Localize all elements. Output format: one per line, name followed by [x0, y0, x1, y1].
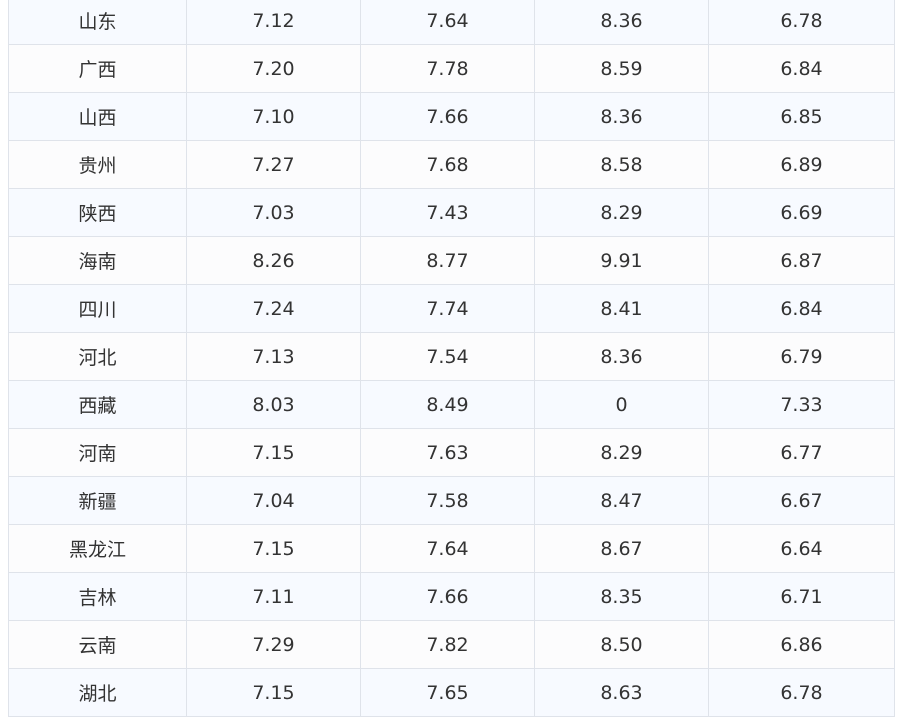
value-cell: 7.13 — [186, 332, 361, 381]
value-cell: 6.85 — [708, 92, 895, 141]
province-cell: 新疆 — [8, 476, 187, 525]
value-cell: 7.74 — [360, 284, 535, 333]
table-row: 广西 7.20 7.78 8.59 6.84 — [8, 44, 895, 93]
province-cell: 海南 — [8, 236, 187, 285]
value-cell: 7.58 — [360, 476, 535, 525]
value-cell: 7.29 — [186, 620, 361, 669]
value-cell: 8.47 — [534, 476, 709, 525]
province-cell: 贵州 — [8, 140, 187, 189]
table-body: 山东 7.12 7.64 8.36 6.78 广西 7.20 7.78 8.59… — [8, 0, 895, 717]
table-row: 云南 7.29 7.82 8.50 6.86 — [8, 620, 895, 669]
value-cell: 7.03 — [186, 188, 361, 237]
value-cell: 8.35 — [534, 572, 709, 621]
table-row: 四川 7.24 7.74 8.41 6.84 — [8, 284, 895, 333]
province-cell: 四川 — [8, 284, 187, 333]
table-row: 新疆 7.04 7.58 8.47 6.67 — [8, 476, 895, 525]
price-table: 山东 7.12 7.64 8.36 6.78 广西 7.20 7.78 8.59… — [8, 0, 895, 717]
value-cell: 7.15 — [186, 668, 361, 717]
value-cell: 6.79 — [708, 332, 895, 381]
province-cell: 陕西 — [8, 188, 187, 237]
value-cell: 7.82 — [360, 620, 535, 669]
table-row: 陕西 7.03 7.43 8.29 6.69 — [8, 188, 895, 237]
province-cell: 山西 — [8, 92, 187, 141]
value-cell: 7.12 — [186, 0, 361, 45]
province-cell: 湖北 — [8, 668, 187, 717]
value-cell: 7.43 — [360, 188, 535, 237]
province-cell: 吉林 — [8, 572, 187, 621]
value-cell: 8.77 — [360, 236, 535, 285]
value-cell: 8.50 — [534, 620, 709, 669]
value-cell: 0 — [534, 380, 709, 429]
value-cell: 8.36 — [534, 92, 709, 141]
value-cell: 8.59 — [534, 44, 709, 93]
value-cell: 8.49 — [360, 380, 535, 429]
province-cell: 黑龙江 — [8, 524, 187, 573]
value-cell: 7.20 — [186, 44, 361, 93]
value-cell: 6.84 — [708, 284, 895, 333]
value-cell: 7.33 — [708, 380, 895, 429]
value-cell: 6.84 — [708, 44, 895, 93]
value-cell: 6.86 — [708, 620, 895, 669]
value-cell: 7.64 — [360, 0, 535, 45]
value-cell: 7.10 — [186, 92, 361, 141]
value-cell: 6.64 — [708, 524, 895, 573]
value-cell: 7.68 — [360, 140, 535, 189]
value-cell: 8.03 — [186, 380, 361, 429]
value-cell: 6.67 — [708, 476, 895, 525]
province-cell: 西藏 — [8, 380, 187, 429]
value-cell: 8.67 — [534, 524, 709, 573]
value-cell: 6.77 — [708, 428, 895, 477]
value-cell: 7.24 — [186, 284, 361, 333]
province-cell: 广西 — [8, 44, 187, 93]
table-row: 山西 7.10 7.66 8.36 6.85 — [8, 92, 895, 141]
table-row: 西藏 8.03 8.49 0 7.33 — [8, 380, 895, 429]
table-row: 河南 7.15 7.63 8.29 6.77 — [8, 428, 895, 477]
province-cell: 山东 — [8, 0, 187, 45]
value-cell: 8.36 — [534, 0, 709, 45]
table-row: 吉林 7.11 7.66 8.35 6.71 — [8, 572, 895, 621]
value-cell: 7.54 — [360, 332, 535, 381]
value-cell: 7.78 — [360, 44, 535, 93]
value-cell: 6.87 — [708, 236, 895, 285]
table-row: 河北 7.13 7.54 8.36 6.79 — [8, 332, 895, 381]
value-cell: 8.58 — [534, 140, 709, 189]
province-cell: 河南 — [8, 428, 187, 477]
value-cell: 7.04 — [186, 476, 361, 525]
value-cell: 7.65 — [360, 668, 535, 717]
value-cell: 6.78 — [708, 0, 895, 45]
value-cell: 7.15 — [186, 428, 361, 477]
value-cell: 7.66 — [360, 572, 535, 621]
value-cell: 6.89 — [708, 140, 895, 189]
table-row: 湖北 7.15 7.65 8.63 6.78 — [8, 668, 895, 717]
value-cell: 6.71 — [708, 572, 895, 621]
value-cell: 9.91 — [534, 236, 709, 285]
value-cell: 8.36 — [534, 332, 709, 381]
value-cell: 8.63 — [534, 668, 709, 717]
value-cell: 8.29 — [534, 188, 709, 237]
value-cell: 7.27 — [186, 140, 361, 189]
value-cell: 8.41 — [534, 284, 709, 333]
province-cell: 云南 — [8, 620, 187, 669]
province-cell: 河北 — [8, 332, 187, 381]
table-row: 黑龙江 7.15 7.64 8.67 6.64 — [8, 524, 895, 573]
price-table-container: 山东 7.12 7.64 8.36 6.78 广西 7.20 7.78 8.59… — [8, 0, 895, 717]
value-cell: 8.26 — [186, 236, 361, 285]
table-row: 海南 8.26 8.77 9.91 6.87 — [8, 236, 895, 285]
table-row: 贵州 7.27 7.68 8.58 6.89 — [8, 140, 895, 189]
value-cell: 7.63 — [360, 428, 535, 477]
value-cell: 8.29 — [534, 428, 709, 477]
table-row: 山东 7.12 7.64 8.36 6.78 — [8, 0, 895, 45]
value-cell: 6.69 — [708, 188, 895, 237]
value-cell: 7.15 — [186, 524, 361, 573]
value-cell: 7.64 — [360, 524, 535, 573]
value-cell: 6.78 — [708, 668, 895, 717]
value-cell: 7.66 — [360, 92, 535, 141]
value-cell: 7.11 — [186, 572, 361, 621]
